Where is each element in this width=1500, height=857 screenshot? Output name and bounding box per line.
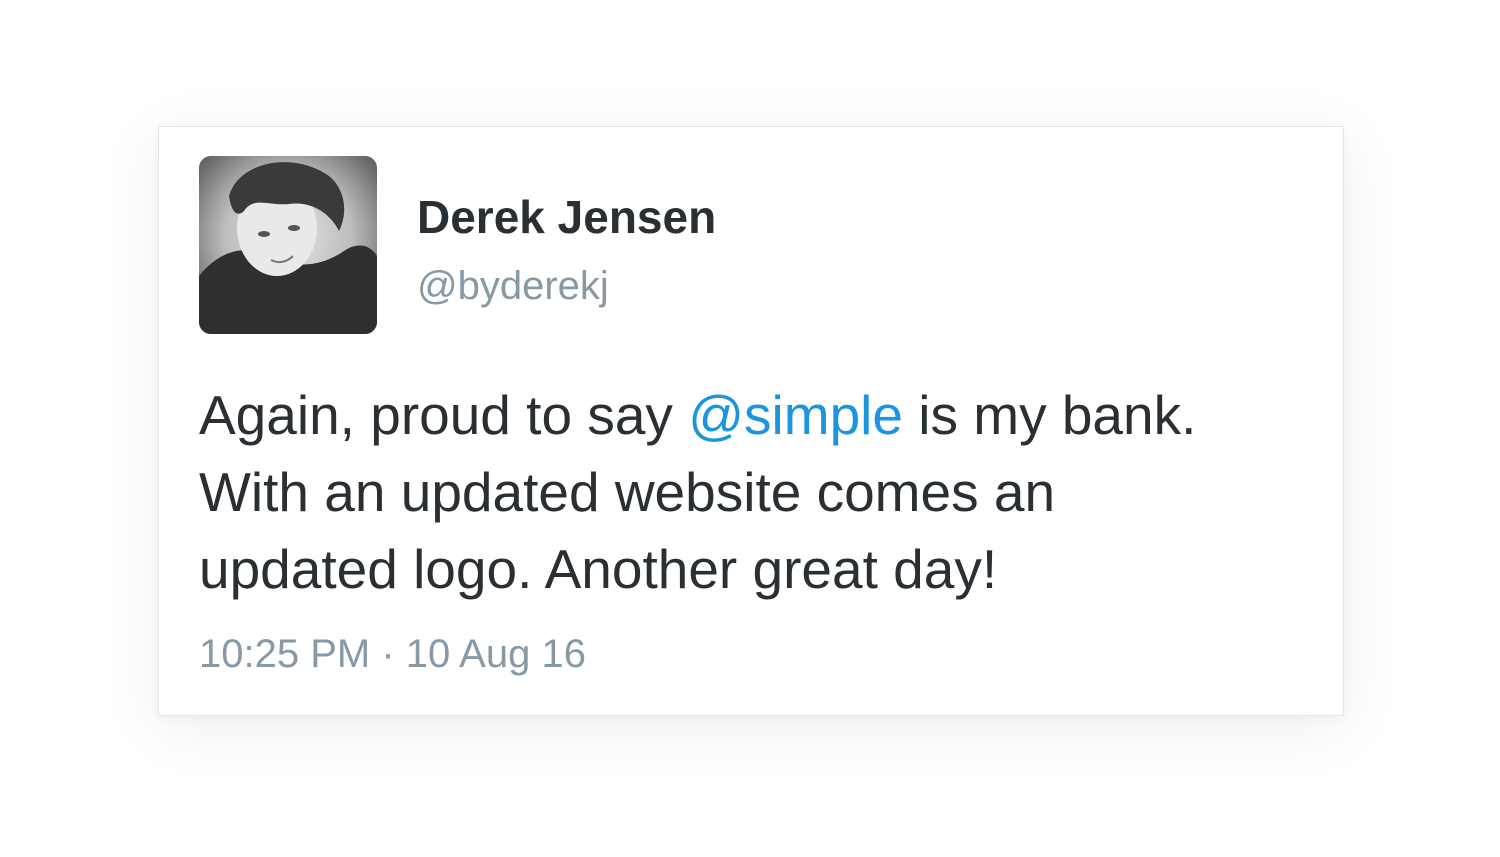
mention-link[interactable]: @simple [688,384,903,446]
tweet-text-line-2: With an updated website comes an [199,461,1056,523]
avatar-photo [199,156,377,334]
author-handle[interactable]: @byderekj [417,261,609,311]
tweet-timestamp[interactable]: 10:25 PM · 10 Aug 16 [199,629,586,679]
tweet-text: Again, proud to say @simple is my bank. … [199,377,1319,608]
tweet-text-line-1: Again, proud to say @simple is my bank. [199,377,1319,454]
timestamp-separator: · [370,632,406,676]
author-name[interactable]: Derek Jensen [417,189,716,245]
avatar[interactable] [199,156,377,334]
tweet-card: Derek Jensen @byderekj Again, proud to s… [158,126,1344,716]
tweet-text-line-3: updated logo. Another great day! [199,538,998,600]
tweet-time: 10:25 PM [199,632,371,676]
tweet-text-segment: is my bank. [902,384,1197,446]
tweet-date: 10 Aug 16 [405,632,586,676]
tweet-text-segment: Again, proud to say [199,384,689,446]
